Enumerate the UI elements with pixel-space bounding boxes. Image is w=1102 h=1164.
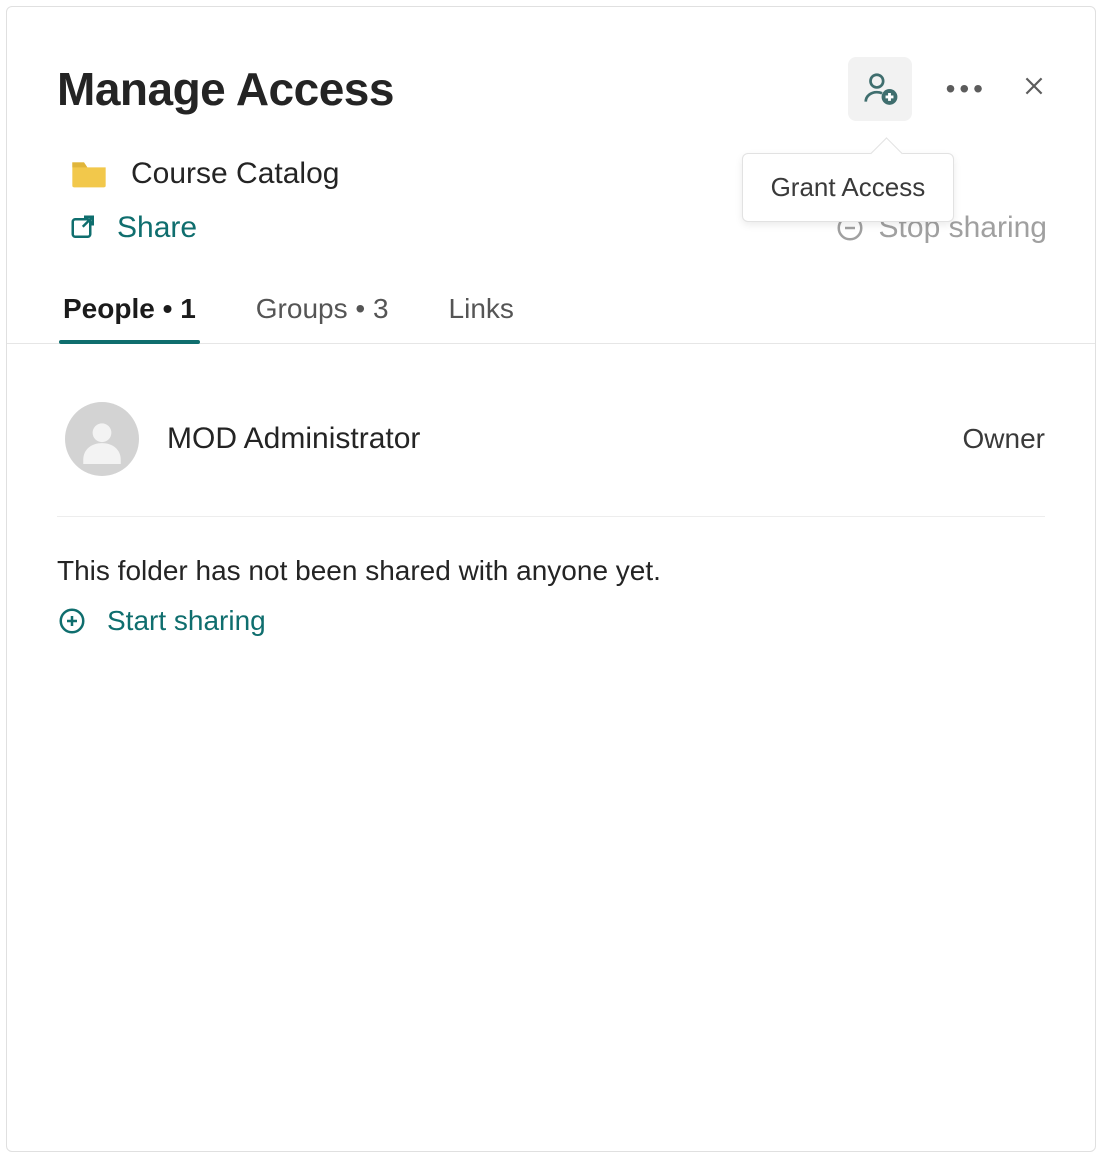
person-name: MOD Administrator — [167, 422, 420, 456]
tab-groups-count: 3 — [373, 293, 389, 324]
close-button[interactable] — [1021, 73, 1047, 105]
manage-access-panel: Manage Access Grant Access ••• — [6, 6, 1096, 1152]
person-left: MOD Administrator — [65, 402, 420, 476]
person-row: MOD Administrator Owner — [57, 392, 1045, 517]
panel-header: Manage Access Grant Access ••• — [7, 7, 1095, 245]
tab-groups-label: Groups — [256, 293, 348, 324]
tabs: People • 1 Groups • 3 Links — [7, 279, 1095, 344]
tab-links-label: Links — [449, 293, 514, 324]
close-icon — [1021, 73, 1047, 105]
tab-links[interactable]: Links — [445, 279, 518, 343]
tab-people[interactable]: People • 1 — [59, 279, 200, 343]
plus-circle-icon — [57, 606, 87, 636]
empty-state-message: This folder has not been shared with any… — [57, 555, 1045, 587]
grant-access-tooltip: Grant Access — [742, 153, 955, 222]
share-icon — [69, 213, 99, 243]
tab-groups[interactable]: Groups • 3 — [252, 279, 393, 343]
avatar — [65, 402, 139, 476]
tab-people-count: 1 — [180, 293, 196, 324]
item-name: Course Catalog — [131, 157, 339, 191]
tab-people-label: People — [63, 293, 155, 324]
tab-content: MOD Administrator Owner This folder has … — [7, 344, 1095, 641]
grant-access-button[interactable]: Grant Access — [848, 57, 912, 121]
share-button[interactable]: Share — [69, 211, 197, 245]
panel-title: Manage Access — [57, 62, 394, 116]
title-row: Manage Access Grant Access ••• — [57, 57, 1047, 121]
start-sharing-button[interactable]: Start sharing — [57, 605, 266, 637]
person-add-icon — [861, 70, 899, 108]
more-options-button[interactable]: ••• — [946, 75, 987, 103]
folder-icon — [69, 157, 109, 191]
header-actions: Grant Access ••• — [848, 57, 1047, 121]
person-role: Owner — [963, 423, 1045, 455]
share-label: Share — [117, 211, 197, 245]
start-sharing-label: Start sharing — [107, 605, 266, 637]
person-icon — [77, 414, 127, 464]
ellipsis-icon: ••• — [946, 75, 987, 103]
